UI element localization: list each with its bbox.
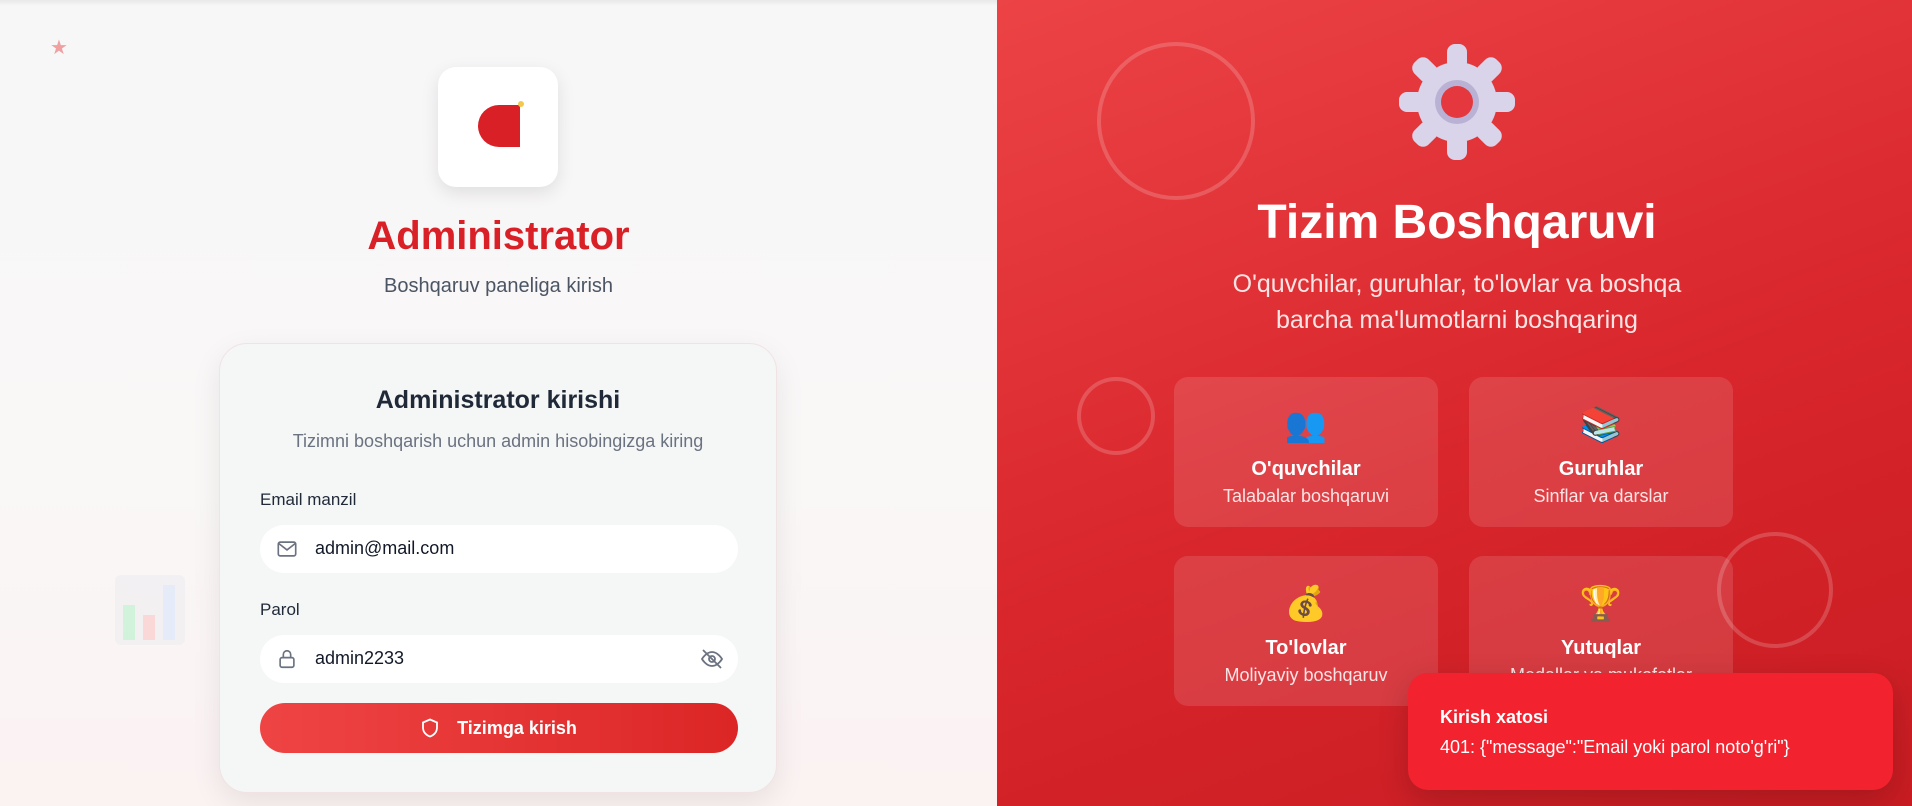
admin-logo-icon: [478, 105, 520, 147]
error-toast[interactable]: Kirish xatosi 401: {"message":"Email yok…: [1408, 673, 1893, 790]
decorative-ring: [1097, 42, 1255, 200]
gear-icon: [1399, 44, 1515, 160]
feature-card-groups: 📚 Guruhlar Sinflar va darslar: [1469, 377, 1733, 527]
page-title: Administrator: [367, 214, 630, 258]
info-subtitle: O'quvchilar, guruhlar, to'lovlar va bosh…: [1232, 270, 1682, 334]
password-label: Parol: [260, 600, 300, 619]
feature-subtitle: Moliyaviy boshqaruv: [1224, 665, 1388, 685]
toast-message: 401: {"message":"Email yoki parol noto'g…: [1440, 737, 1790, 757]
login-submit-label: Tizimga kirish: [457, 717, 577, 738]
chart-icon: [115, 575, 185, 645]
login-card: Administrator kirishi Tizimni boshqarish…: [219, 343, 777, 793]
email-label: Email manzil: [260, 490, 357, 509]
feature-title: Yutuqlar: [1560, 637, 1641, 659]
feature-card-students: 👥 O'quvchilar Talabalar boshqaruvi: [1174, 377, 1438, 527]
page-subtitle: Boshqaruv paneliga kirish: [383, 275, 614, 297]
toast-title: Kirish xatosi: [1440, 707, 1549, 727]
login-card-title: Administrator kirishi: [375, 386, 621, 414]
feature-card-payments: 💰 To'lovlar Moliyaviy boshqaruv: [1174, 556, 1438, 706]
email-field[interactable]: admin@mail.com: [260, 525, 738, 573]
people-icon: 👥: [1284, 406, 1328, 444]
feature-subtitle: Sinflar va darslar: [1533, 486, 1669, 506]
feature-subtitle: Talabalar boshqaruvi: [1222, 486, 1390, 506]
email-value[interactable]: admin@mail.com: [315, 538, 454, 559]
info-title: Tizim Boshqaruvi: [1257, 196, 1657, 249]
books-icon: 📚: [1579, 406, 1623, 444]
login-panel: ★ Administrator Boshqaruv paneliga kiris…: [0, 0, 997, 806]
password-field[interactable]: admin2233: [260, 635, 738, 683]
password-value[interactable]: admin2233: [315, 648, 404, 669]
feature-title: Guruhlar: [1558, 458, 1644, 480]
login-card-subtitle: Tizimni boshqarish uchun admin hisobingi…: [292, 431, 704, 451]
decorative-ring: [1077, 377, 1155, 455]
feature-title: To'lovlar: [1265, 637, 1347, 659]
login-submit-button[interactable]: Tizimga kirish: [260, 703, 738, 753]
eye-off-icon[interactable]: [700, 648, 724, 670]
shield-icon: [422, 718, 439, 738]
mail-icon: [277, 541, 297, 557]
trophy-icon: 🏆: [1579, 585, 1623, 623]
logo-spark: [518, 101, 524, 107]
feature-title: O'quvchilar: [1251, 458, 1361, 480]
star-icon: ★: [50, 37, 68, 59]
money-bag-icon: 💰: [1284, 585, 1328, 623]
top-shadow: [0, 0, 997, 6]
admin-logo: [438, 67, 558, 187]
decorative-ring: [1717, 532, 1833, 648]
lock-icon: [279, 649, 295, 669]
